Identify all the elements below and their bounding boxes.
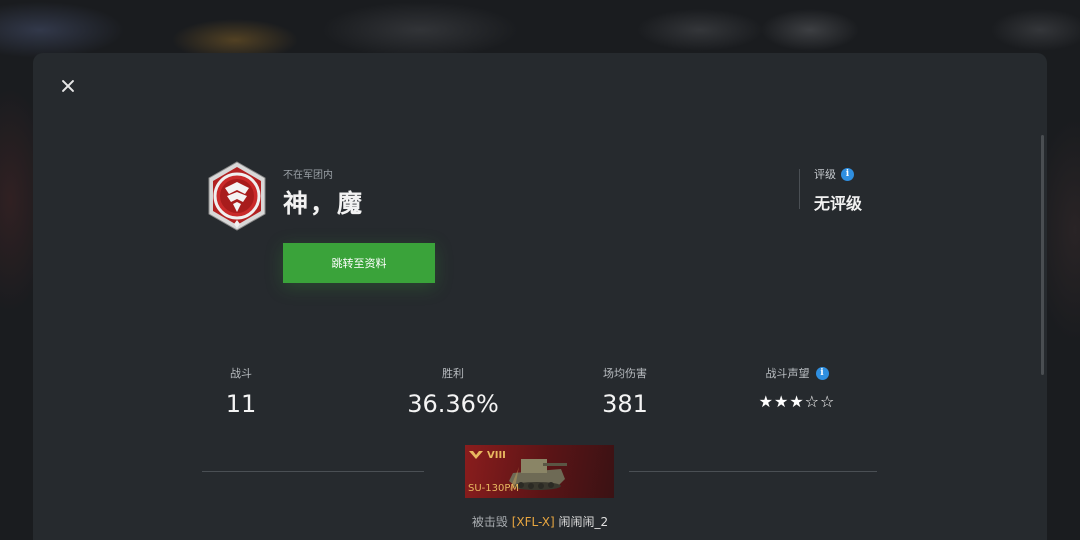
tank-class-icon [469,451,483,459]
player-name: 神，魔 [283,189,365,218]
killer-tank-card[interactable]: VIII SU-130PM [465,445,614,498]
tank-tier-text: VIII [487,449,506,461]
rating-label-text: 评级 [814,168,836,181]
rating-value: 无评级 [814,194,863,213]
stat-label: 战斗 [230,367,252,380]
stat-avg-damage: 场均伤害 381 [575,366,675,418]
scrollbar[interactable] [1041,135,1044,375]
rank-emblem-icon [208,161,266,231]
killer-nickname[interactable]: 闹闹闹_2 [558,515,608,529]
player-profile-dialog: 不在军团内 神，魔 跳转至资料 评级 i 无评级 战斗 11 胜利 36.36%… [33,53,1047,540]
tank-tier: VIII [468,449,506,461]
info-icon[interactable]: i [815,366,829,380]
divider [799,169,800,209]
stat-label: 场均伤害 [603,367,647,380]
stat-value: 36.36% [407,390,499,418]
divider-right [629,471,877,472]
destroyed-by-line: 被击毁 [XFL-X] 闹闹闹_2 [33,513,1047,530]
stat-value: 381 [602,390,648,418]
close-icon[interactable] [57,75,79,97]
info-icon[interactable]: i [841,167,854,181]
killer-clan-tag[interactable]: [XFL-X] [512,515,555,529]
go-to-profile-button[interactable]: 跳转至资料 [283,243,435,283]
stat-battles: 战斗 11 [201,366,281,418]
stat-value: 11 [225,390,257,418]
stat-label: 胜利 [442,367,464,380]
tank-name: SU-130PM [468,483,520,494]
divider-left [202,471,424,472]
destroyed-by-prefix: 被击毁 [471,515,508,529]
rating-label: 评级 i [814,166,854,182]
clan-status: 不在军团内 [283,170,333,181]
stat-battle-prestige: 战斗声望 i ★★★☆☆ [737,366,857,411]
stat-label: 战斗声望 [765,367,810,380]
prestige-stars: ★★★☆☆ [758,392,836,411]
stat-victories: 胜利 36.36% [383,366,523,418]
